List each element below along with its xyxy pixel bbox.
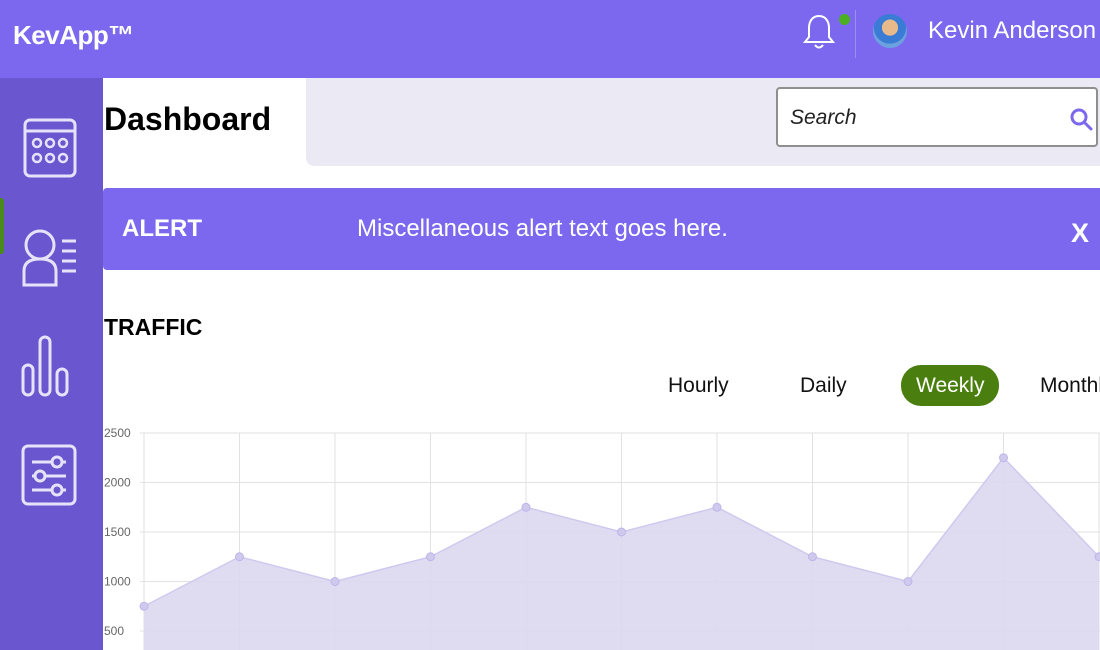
- app-logo[interactable]: KevApp™: [13, 20, 134, 51]
- alert-text: Miscellaneous alert text goes here.: [357, 215, 728, 242]
- data-point: [1094, 552, 1100, 562]
- sidebar-item-analytics[interactable]: [20, 333, 80, 399]
- sidebar-item-users[interactable]: [20, 223, 80, 289]
- y-tick-label: 500: [104, 624, 124, 638]
- y-tick-label: 2500: [104, 426, 131, 440]
- top-bar: KevApp™ Kevin Anderson: [0, 0, 1100, 78]
- alert-label: ALERT: [122, 215, 202, 242]
- range-button-weekly[interactable]: Weekly: [901, 365, 1000, 406]
- notification-dot: [839, 14, 850, 25]
- data-point: [139, 601, 149, 611]
- user-list-icon: [22, 229, 76, 287]
- active-indicator: [0, 198, 4, 254]
- data-point: [712, 502, 722, 512]
- traffic-title: TRAFFIC: [104, 314, 203, 340]
- range-button-monthly[interactable]: Monthly: [1025, 365, 1100, 406]
- data-point: [903, 577, 913, 586]
- page-title: Dashboard: [104, 101, 272, 137]
- alert-banner: ALERT Miscellaneous alert text goes here…: [103, 188, 1100, 270]
- data-point: [330, 577, 340, 586]
- range-button-daily[interactable]: Daily: [785, 365, 862, 406]
- traffic-chart: 2500 2000 1500 1000 500: [104, 426, 1100, 650]
- search-box[interactable]: [776, 87, 1098, 147]
- y-tick-label: 1500: [104, 525, 131, 539]
- sidebar-item-calendar[interactable]: [20, 114, 80, 180]
- data-point: [521, 502, 531, 512]
- avatar[interactable]: [873, 14, 907, 48]
- search-input[interactable]: [790, 103, 1060, 133]
- y-tick-label: 2000: [104, 476, 131, 490]
- sidebar: [0, 78, 103, 650]
- data-point: [808, 552, 817, 562]
- user-name[interactable]: Kevin Anderson: [928, 17, 1096, 45]
- range-button-hourly[interactable]: Hourly: [653, 365, 744, 406]
- sidebar-item-settings[interactable]: [20, 440, 80, 506]
- close-button[interactable]: X: [1071, 218, 1089, 249]
- sliders-icon: [21, 444, 77, 506]
- bell-icon[interactable]: [802, 13, 836, 51]
- bar-chart-icon: [21, 335, 69, 397]
- y-tick-label: 1000: [104, 575, 131, 589]
- calendar-icon: [23, 118, 77, 178]
- data-point: [426, 552, 435, 562]
- data-point: [235, 552, 244, 562]
- divider: [855, 10, 856, 58]
- data-point: [999, 453, 1008, 463]
- search-icon[interactable]: [1069, 107, 1093, 131]
- data-point: [617, 527, 626, 537]
